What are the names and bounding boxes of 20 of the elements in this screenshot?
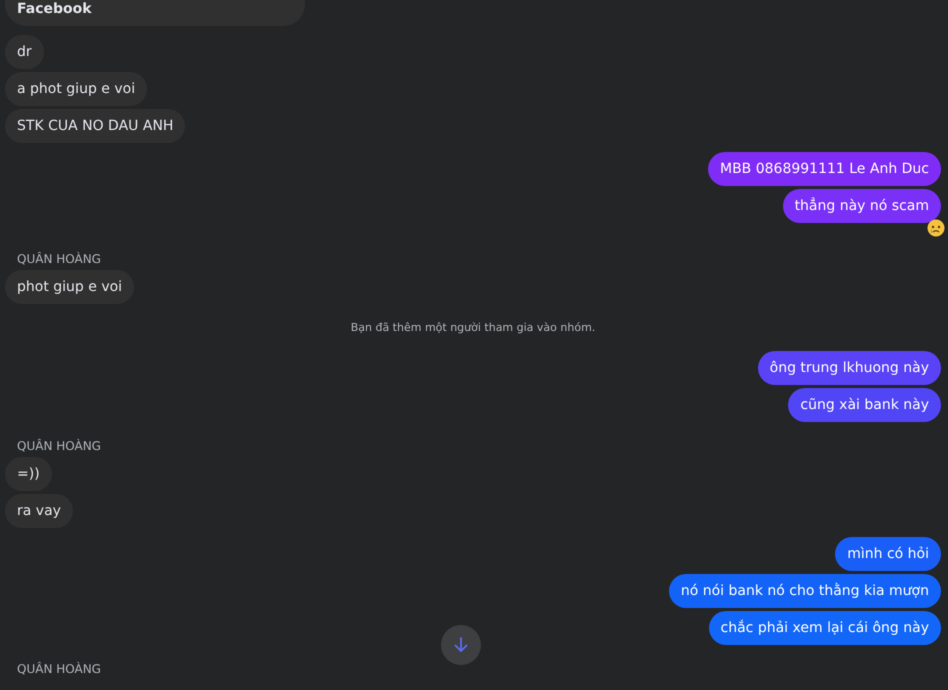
message-bubble: cũng xài bank này bbox=[788, 388, 941, 422]
system-notice: Bạn đã thêm một người tham gia vào nhóm. bbox=[350, 321, 596, 334]
message-bubble: a phot giup e voi bbox=[5, 72, 148, 106]
message-bubble: ra vay bbox=[5, 494, 73, 528]
message-bubble: mình có hỏi bbox=[835, 537, 941, 571]
message-bubble: phot giup e voi bbox=[5, 270, 134, 304]
sender-name: QUÂN HOÀNG bbox=[16, 252, 102, 267]
link-preview-card[interactable]: Facebook bbox=[5, 0, 305, 26]
message-bubble: chắc phải xem lại cái ông này bbox=[708, 611, 941, 645]
message-bubble: MBB 0868991111 Le Anh Duc bbox=[708, 152, 941, 186]
message-bubble: nó nói bank nó cho thằng kia mượn bbox=[668, 574, 941, 608]
message-bubble: dr bbox=[5, 35, 44, 69]
scroll-down-button[interactable] bbox=[441, 625, 481, 665]
sender-name: QUÂN HOÀNG bbox=[16, 439, 102, 454]
message-bubble: =)) bbox=[5, 457, 52, 491]
message-bubble: ông trung lkhuong này bbox=[758, 351, 941, 385]
arrow-down-icon bbox=[453, 636, 469, 654]
message-bubble: thẳng này nó scam bbox=[782, 189, 941, 223]
message-bubble: STK CUA NO DAU ANH bbox=[5, 109, 186, 143]
sender-name: QUÂN HOÀNG bbox=[16, 662, 102, 677]
